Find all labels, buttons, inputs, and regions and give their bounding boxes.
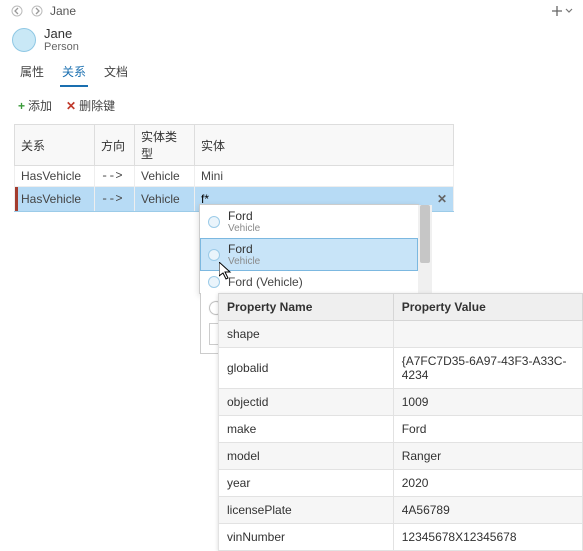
col-entity[interactable]: 实体	[195, 125, 454, 166]
close-icon: ✕	[66, 99, 76, 113]
col-propname: Property Name	[219, 294, 394, 321]
add-label: 添加	[28, 97, 52, 114]
add-button[interactable]: + 添加	[18, 97, 52, 114]
clear-input-icon[interactable]: ✕	[437, 192, 447, 206]
scroll-thumb[interactable]	[420, 205, 430, 263]
property-row: licensePlate4A56789	[219, 497, 583, 524]
property-row: globalid{A7FC7D35-6A97-43F3-A33C-4234	[219, 348, 583, 389]
arrow-right-icon: -->	[95, 187, 135, 212]
suggestion-item[interactable]: Ford (Vehicle)	[200, 271, 418, 293]
radio-icon[interactable]	[208, 249, 220, 261]
plus-icon: +	[18, 99, 25, 113]
col-entitytype[interactable]: 实体类型	[135, 125, 195, 166]
tab-properties[interactable]: 属性	[18, 61, 46, 87]
property-row: modelRanger	[219, 443, 583, 470]
suggestions-dropdown: Ford Vehicle Ford Vehicle Ford (Vehicle)	[199, 204, 419, 294]
suggestion-item[interactable]: Ford Vehicle	[200, 205, 418, 238]
relationships-table: 关系 方向 实体类型 实体 HasVehicle --> Vehicle Min…	[14, 124, 454, 212]
delete-key-button[interactable]: ✕ 删除键	[66, 97, 115, 114]
property-row: vinNumber12345678X12345678	[219, 524, 583, 551]
radio-icon[interactable]	[208, 276, 220, 288]
back-icon[interactable]	[10, 4, 24, 18]
tab-relationships[interactable]: 关系	[60, 61, 88, 87]
suggestion-item[interactable]: Ford Vehicle	[200, 238, 418, 271]
col-propvalue: Property Value	[393, 294, 582, 321]
col-direction[interactable]: 方向	[95, 125, 135, 166]
property-row: objectid1009	[219, 389, 583, 416]
arrow-right-icon: -->	[95, 166, 135, 187]
properties-tooltip: Property Name Property Value shapeglobal…	[218, 293, 583, 551]
chevron-down-icon	[565, 7, 573, 15]
avatar	[12, 28, 36, 52]
property-row: year2020	[219, 470, 583, 497]
entity-type: Person	[44, 41, 79, 53]
tab-documents[interactable]: 文档	[102, 61, 130, 87]
add-menu-button[interactable]	[551, 5, 573, 17]
property-row: makeFord	[219, 416, 583, 443]
property-row: shape	[219, 321, 583, 348]
entity-name: Jane	[44, 26, 79, 41]
plus-icon	[551, 5, 563, 17]
table-row[interactable]: HasVehicle --> Vehicle Mini	[15, 166, 454, 187]
breadcrumb[interactable]: Jane	[50, 4, 76, 18]
col-relation[interactable]: 关系	[15, 125, 95, 166]
forward-icon[interactable]	[30, 4, 44, 18]
radio-icon[interactable]	[208, 216, 220, 228]
delete-label: 删除键	[79, 97, 115, 114]
